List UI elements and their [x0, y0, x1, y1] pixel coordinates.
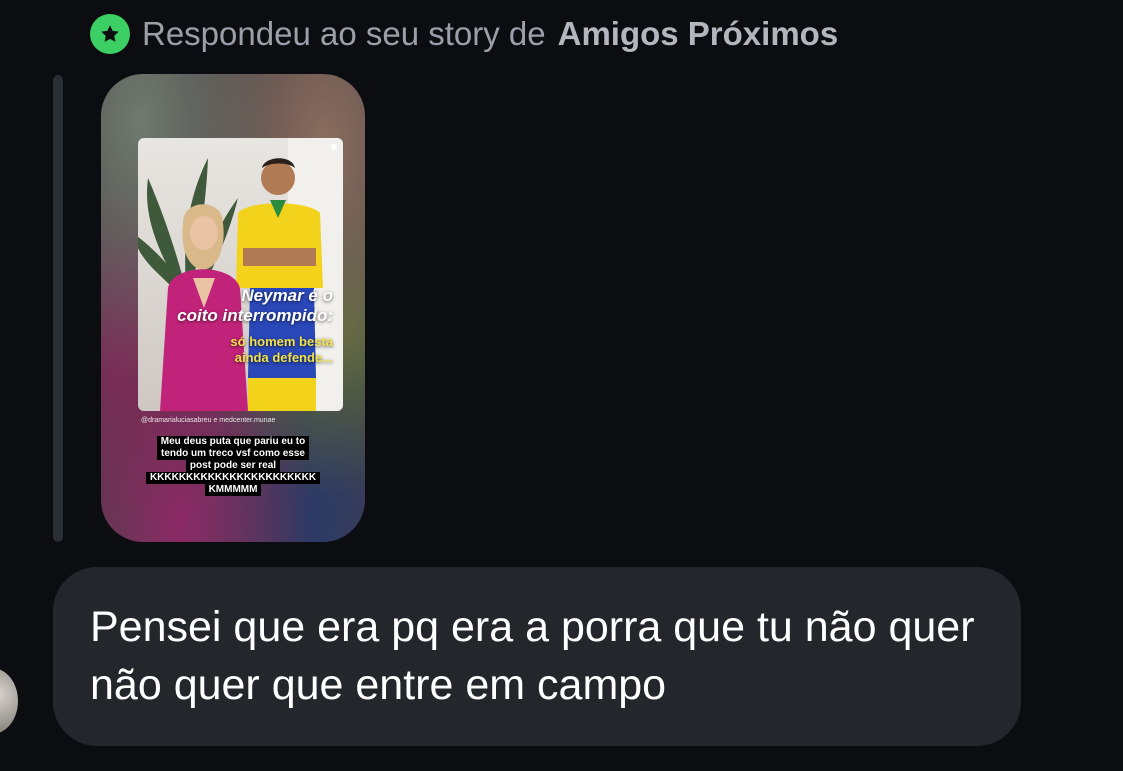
caption-line: tendo um treco vsf como esse: [157, 448, 309, 460]
reply-header-prefix: Respondeu ao seu story de: [142, 15, 546, 52]
message-bubble[interactable]: Pensei que era pq era a porra que tu não…: [53, 567, 1021, 746]
story-handle: @dramarialuciasabreu e medcenter.munae: [141, 417, 276, 424]
subheadline-line: ainda defende...: [234, 350, 333, 365]
caption-line: post pode ser real: [185, 460, 281, 472]
headline-line: coito interrompido:: [177, 306, 333, 325]
photo-indicator-dot: [331, 144, 337, 150]
caption-line: Meu deus puta que pariu eu to: [156, 436, 310, 448]
close-friends-star-icon: [90, 14, 130, 54]
story-subheadline: só homem besta ainda defende...: [138, 334, 333, 366]
caption-line: KMMMMM: [204, 484, 262, 496]
subheadline-line: só homem besta: [230, 334, 333, 349]
reply-quote-bar: [53, 75, 63, 542]
story-headline: Neymar é o coito interrompido:: [138, 286, 333, 326]
caption-line: KKKKKKKKKKKKKKKKKKKKKKK: [145, 472, 321, 484]
story-caption: Meu deus puta que pariu eu to tendo um t…: [101, 436, 365, 496]
headline-line: Neymar é o: [241, 286, 333, 305]
story-reply-header: Respondeu ao seu story de Amigos Próximo…: [90, 14, 838, 54]
message-text: Pensei que era pq era a porra que tu não…: [90, 603, 975, 709]
close-friends-label: Amigos Próximos: [557, 15, 839, 52]
story-preview[interactable]: Neymar é o coito interrompido: só homem …: [101, 74, 365, 542]
story-photo: Neymar é o coito interrompido: só homem …: [138, 138, 343, 411]
story-photo-illustration: [138, 138, 343, 411]
sender-avatar[interactable]: [0, 668, 18, 734]
dm-conversation: Respondeu ao seu story de Amigos Próximo…: [0, 0, 1123, 771]
